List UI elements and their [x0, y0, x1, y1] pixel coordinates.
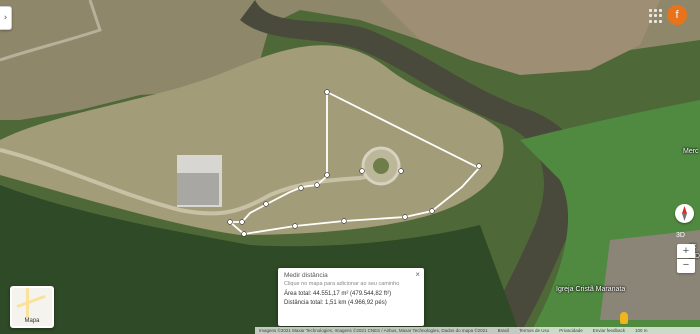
measure-area: Área total: 44.551,17 m² (479.544,82 ft²…	[284, 291, 392, 297]
account-avatar[interactable]: f	[667, 5, 687, 25]
place-label-igreja[interactable]: Igreja Cristã Maranata	[556, 286, 625, 293]
apps-grid-icon[interactable]	[649, 9, 663, 23]
close-icon[interactable]: ×	[415, 270, 420, 279]
roundabout-center	[373, 158, 389, 174]
chevron-right-icon: ›	[3, 13, 8, 23]
measure-distance-card: × Medir distância Clique no mapa para ad…	[278, 268, 424, 326]
map-footer: Imagens ©2021 Maxar Technologies, Imagen…	[255, 327, 700, 334]
zoom-in-button[interactable]: +	[677, 244, 695, 258]
footer-privacy[interactable]: Privacidade	[559, 328, 583, 333]
footer-country[interactable]: Brasil	[498, 328, 509, 333]
street-view-pegman-icon[interactable]	[620, 312, 628, 324]
map-type-label: Mapa	[24, 318, 40, 324]
place-label-merc[interactable]: Merc	[683, 148, 699, 155]
warehouse-roof	[177, 173, 219, 205]
measure-distance: Distância total: 1,51 km (4.966,92 pés)	[284, 300, 387, 306]
footer-feedback[interactable]: Enviar feedback	[593, 328, 625, 333]
map-type-toggle[interactable]: Mapa	[10, 286, 54, 328]
scale-bar[interactable]: 100 m	[635, 328, 648, 333]
side-panel-toggle[interactable]: ›	[0, 6, 12, 30]
footer-terms[interactable]: Termos de Uso	[519, 328, 549, 333]
measure-title: Medir distância	[284, 272, 328, 279]
zoom-out-button[interactable]: −	[677, 259, 695, 273]
measure-hint: Clique no mapa para adicionar ao seu cam…	[284, 281, 400, 287]
toggle-3d-button[interactable]: 3D	[676, 232, 685, 239]
imagery-attribution: Imagens ©2021 Maxar Technologies, Imagen…	[259, 328, 488, 333]
compass-icon[interactable]	[675, 204, 694, 223]
